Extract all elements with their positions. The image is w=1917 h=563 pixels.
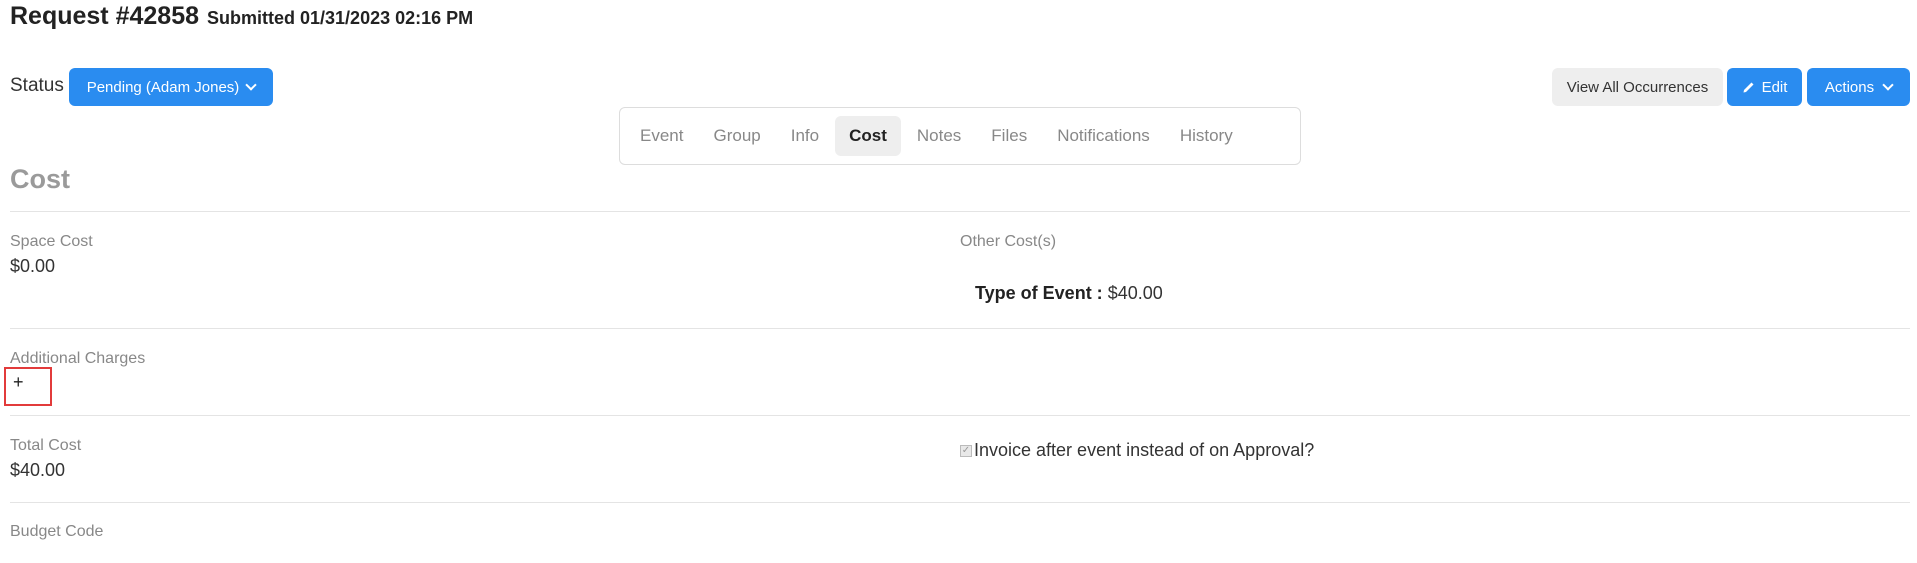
tab-notes[interactable]: Notes <box>903 116 975 156</box>
other-costs-label: Other Cost(s) <box>960 233 1057 250</box>
view-all-occurrences-button[interactable]: View All Occurrences <box>1552 68 1723 106</box>
page-title: Request #42858 <box>10 2 200 30</box>
type-of-event-row: Type of Event : $40.00 <box>975 283 1163 304</box>
additional-charges-label: Additional Charges <box>10 350 146 367</box>
add-charge-button[interactable]: + <box>13 372 24 393</box>
status-dropdown-button[interactable]: Pending (Adam Jones) <box>69 68 273 106</box>
actions-label: Actions <box>1824 78 1875 96</box>
tab-history[interactable]: History <box>1166 116 1247 156</box>
divider <box>10 328 1910 329</box>
tab-files[interactable]: Files <box>977 116 1041 156</box>
invoice-label: Invoice after event instead of on Approv… <box>974 440 1315 460</box>
budget-code-label: Budget Code <box>10 523 104 540</box>
status-value: Pending (Adam Jones) <box>86 78 240 96</box>
section-title: Cost <box>10 164 70 194</box>
chevron-down-icon <box>1882 79 1894 91</box>
tab-notifications[interactable]: Notifications <box>1043 116 1164 156</box>
divider <box>10 502 1910 503</box>
tab-event[interactable]: Event <box>626 116 697 156</box>
edit-button[interactable]: Edit <box>1727 68 1802 106</box>
divider <box>10 415 1910 416</box>
invoice-option: ✓ Invoice after event instead of on Appr… <box>960 440 1314 461</box>
space-cost-label: Space Cost <box>10 233 93 250</box>
type-of-event-value: $40.00 <box>1107 283 1163 303</box>
divider <box>10 211 1910 212</box>
type-of-event-label: Type of Event : <box>975 283 1103 303</box>
pencil-icon <box>1743 82 1754 93</box>
status-label: Status <box>10 75 64 96</box>
chevron-down-icon <box>245 79 257 91</box>
space-cost-value: $0.00 <box>10 256 56 276</box>
page-header: Request #42858 Submitted 01/31/2023 02:1… <box>10 2 473 31</box>
edit-label: Edit <box>1761 78 1788 96</box>
invoice-checkbox[interactable]: ✓ <box>960 444 972 457</box>
tab-group[interactable]: Group <box>699 116 774 156</box>
tab-info[interactable]: Info <box>777 116 833 156</box>
tab-bar: Event Group Info Cost Notes Files Notifi… <box>619 107 1301 165</box>
highlight-box <box>4 367 52 406</box>
total-cost-label: Total Cost <box>10 437 82 454</box>
total-cost-value: $40.00 <box>10 460 66 480</box>
submitted-date: Submitted 01/31/2023 02:16 PM <box>207 8 474 28</box>
tab-cost[interactable]: Cost <box>835 116 901 156</box>
actions-dropdown-button[interactable]: Actions <box>1807 68 1910 106</box>
